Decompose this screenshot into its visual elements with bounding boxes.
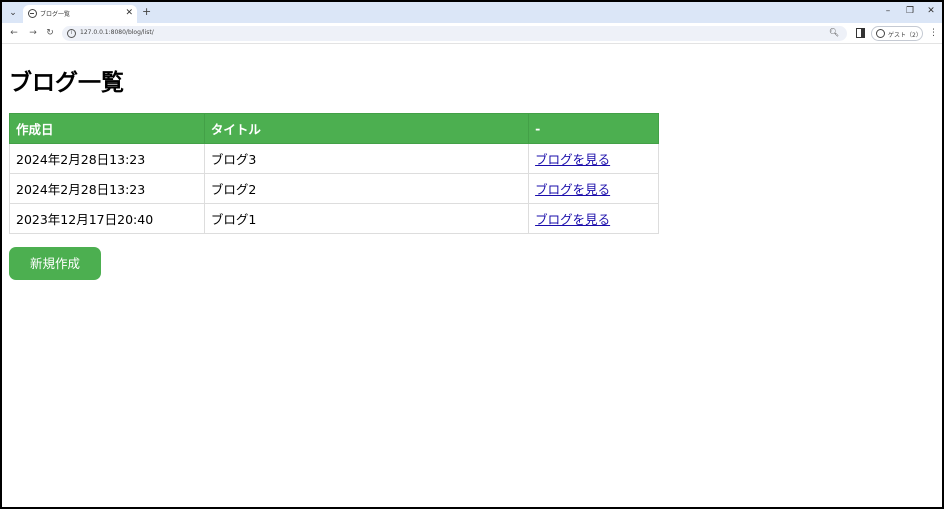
cell-date: 2024年2月28日13:23 bbox=[9, 143, 205, 174]
cell-action: ブログを見る bbox=[528, 203, 659, 234]
zoom-icon[interactable]: 🔍︎ bbox=[829, 28, 839, 37]
avatar-icon bbox=[876, 29, 885, 38]
page-content: ブログ一覧 作成日 タイトル - 2024年2月28日13:23 ブログ3 ブロ… bbox=[8, 44, 938, 504]
cell-title: ブログ1 bbox=[203, 203, 530, 234]
browser-toolbar: ← → ↻ i 127.0.0.1:8080/blog/list/ 🔍︎ ゲスト… bbox=[2, 23, 942, 44]
cell-date: 2023年12月17日20:40 bbox=[9, 203, 205, 234]
header-title: タイトル bbox=[203, 113, 530, 144]
new-post-button[interactable]: 新規作成 bbox=[9, 247, 101, 280]
new-tab-icon[interactable]: + bbox=[142, 5, 151, 19]
tab-title: ブログ一覧 bbox=[40, 11, 71, 18]
cell-title: ブログ3 bbox=[203, 143, 530, 174]
restore-icon[interactable]: ❐ bbox=[904, 5, 916, 17]
table-header-row: 作成日 タイトル - bbox=[9, 113, 659, 144]
cell-action: ブログを見る bbox=[528, 143, 659, 174]
site-info-icon[interactable]: i bbox=[67, 29, 76, 38]
profile-button[interactable]: ゲスト（2） bbox=[871, 26, 923, 41]
header-action: - bbox=[528, 113, 659, 144]
cell-title: ブログ2 bbox=[203, 173, 530, 204]
address-bar[interactable]: i 127.0.0.1:8080/blog/list/ 🔍︎ bbox=[62, 26, 847, 41]
close-icon[interactable]: ✕ bbox=[125, 7, 133, 19]
tab-active[interactable]: ブログ一覧 ✕ bbox=[23, 5, 137, 23]
view-blog-link[interactable]: ブログを見る bbox=[535, 182, 610, 197]
window-close-icon[interactable]: ✕ bbox=[925, 5, 937, 17]
browser-window: ⌄ ブログ一覧 ✕ + – ❐ ✕ ← → ↻ i 127.0.0.1:8080… bbox=[0, 0, 944, 509]
forward-arrow-icon[interactable]: → bbox=[27, 27, 39, 39]
view-blog-link[interactable]: ブログを見る bbox=[535, 152, 610, 167]
tab-search-icon[interactable]: ⌄ bbox=[6, 6, 20, 20]
blog-table: 作成日 タイトル - 2024年2月28日13:23 ブログ3 ブログを見る 2… bbox=[9, 113, 659, 234]
side-panel-icon[interactable] bbox=[856, 28, 865, 38]
menu-kebab-icon[interactable]: ⋮ bbox=[929, 27, 938, 39]
table-row: 2024年2月28日13:23 ブログ3 ブログを見る bbox=[9, 143, 659, 174]
table-row: 2023年12月17日20:40 ブログ1 ブログを見る bbox=[9, 203, 659, 234]
reload-icon[interactable]: ↻ bbox=[44, 27, 56, 39]
header-created-date: 作成日 bbox=[9, 113, 205, 144]
profile-label: ゲスト（2） bbox=[888, 32, 922, 39]
view-blog-link[interactable]: ブログを見る bbox=[535, 212, 610, 227]
minimize-icon[interactable]: – bbox=[882, 5, 894, 17]
back-arrow-icon[interactable]: ← bbox=[8, 27, 20, 39]
page-title: ブログ一覧 bbox=[9, 70, 124, 96]
cell-action: ブログを見る bbox=[528, 173, 659, 204]
globe-icon bbox=[28, 9, 37, 18]
url-text[interactable]: 127.0.0.1:8080/blog/list/ bbox=[80, 29, 154, 36]
table-row: 2024年2月28日13:23 ブログ2 ブログを見る bbox=[9, 173, 659, 204]
cell-date: 2024年2月28日13:23 bbox=[9, 173, 205, 204]
tab-strip: ⌄ ブログ一覧 ✕ + – ❐ ✕ bbox=[2, 2, 942, 23]
